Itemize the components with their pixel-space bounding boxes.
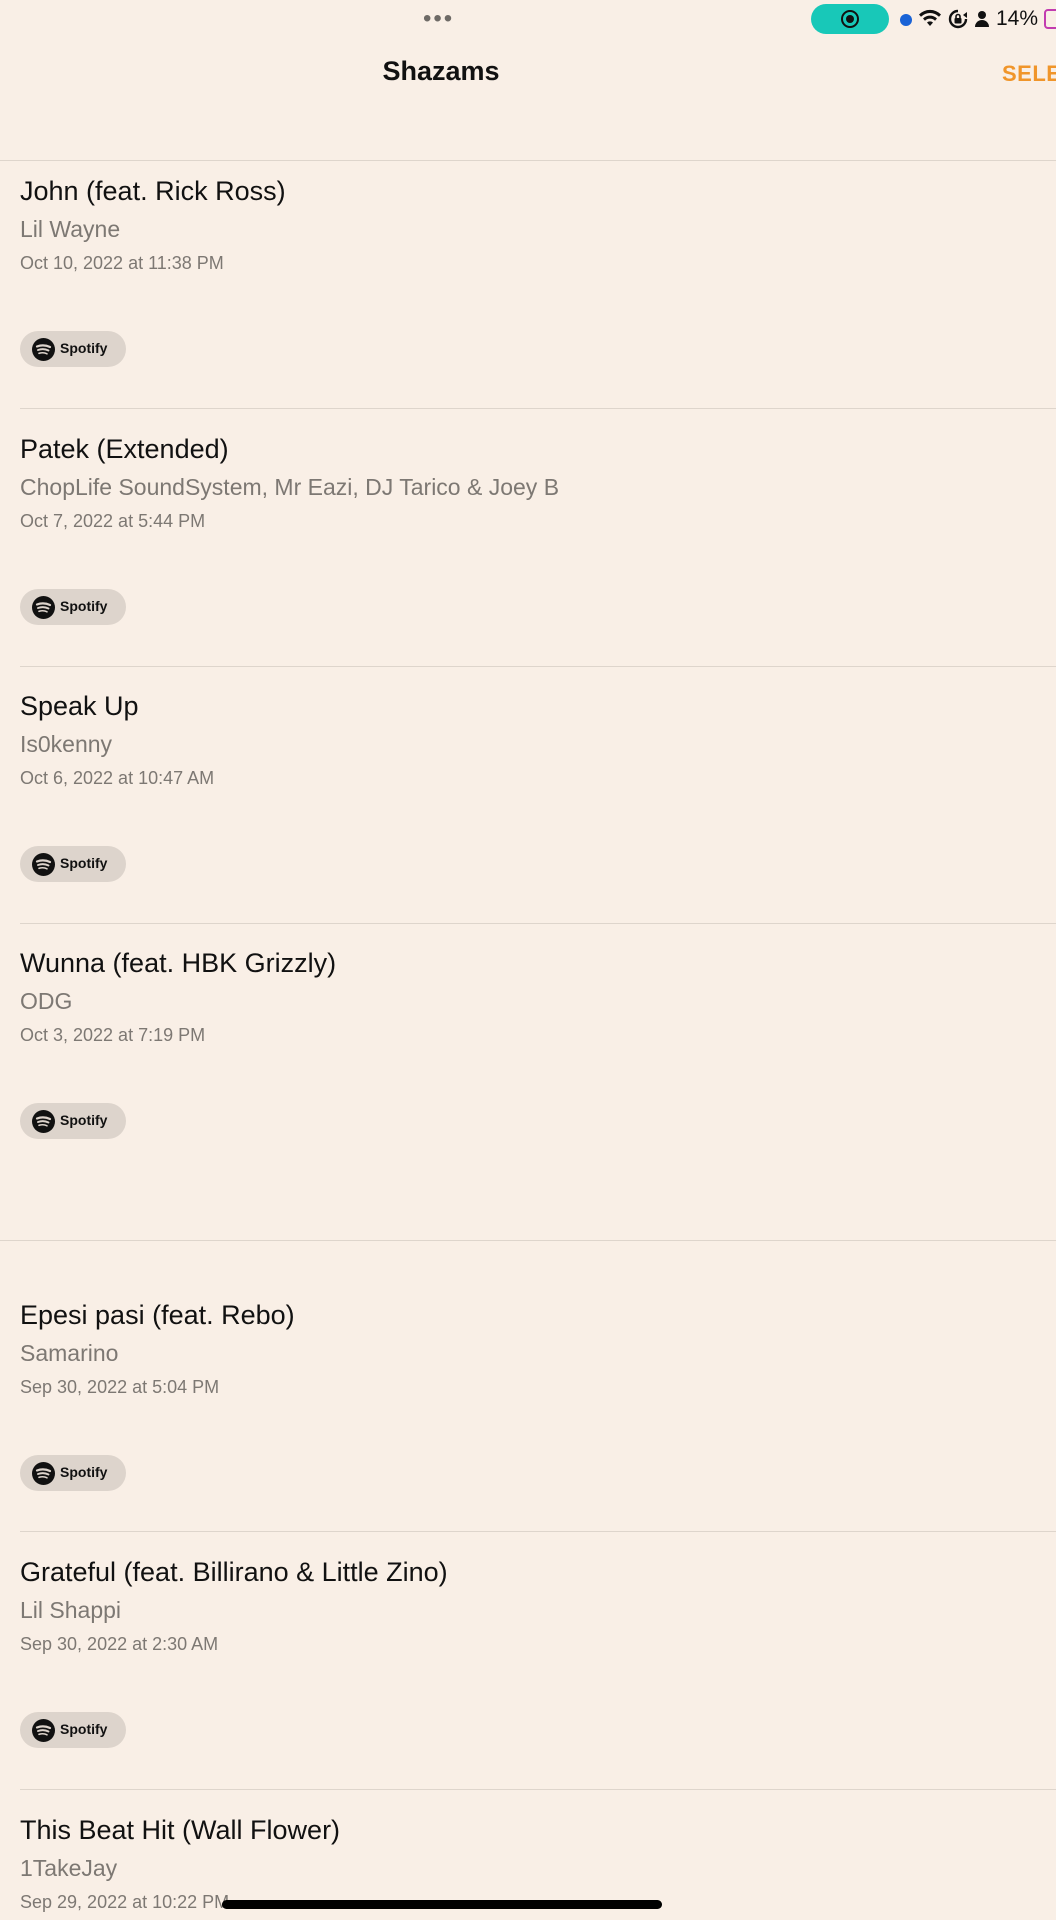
- spotify-label: Spotify: [60, 1721, 108, 1737]
- spotify-button[interactable]: Spotify: [20, 1103, 126, 1139]
- header-divider: [0, 160, 1056, 161]
- spotify-icon: [32, 596, 55, 619]
- list-item[interactable]: Wunna (feat. HBK Grizzly) ODG Oct 3, 202…: [20, 948, 1056, 1148]
- spotify-icon: [32, 338, 55, 361]
- row-divider: [20, 666, 1056, 667]
- song-title: Grateful (feat. Billirano & Little Zino): [20, 1557, 448, 1587]
- song-artist: Is0kenny: [20, 731, 113, 757]
- list-item[interactable]: Epesi pasi (feat. Rebo) Samarino Sep 30,…: [20, 1300, 1056, 1500]
- song-date: Sep 30, 2022 at 5:04 PM: [20, 1377, 220, 1397]
- spotify-icon: [32, 1719, 55, 1742]
- song-title: Wunna (feat. HBK Grizzly): [20, 948, 337, 978]
- spotify-button[interactable]: Spotify: [20, 331, 126, 367]
- screen-record-icon[interactable]: [811, 4, 889, 34]
- spotify-label: Spotify: [60, 855, 108, 871]
- spotify-button[interactable]: Spotify: [20, 589, 126, 625]
- section-divider: [0, 1240, 1056, 1241]
- spotify-label: Spotify: [60, 340, 108, 356]
- spotify-button[interactable]: Spotify: [20, 846, 126, 882]
- spotify-icon: [32, 1110, 55, 1133]
- song-date: Sep 29, 2022 at 10:22 PM: [20, 1892, 230, 1912]
- list-item[interactable]: Speak Up Is0kenny Oct 6, 2022 at 10:47 A…: [20, 691, 1056, 891]
- song-title: This Beat Hit (Wall Flower): [20, 1815, 341, 1845]
- row-divider: [20, 408, 1056, 409]
- row-divider: [20, 923, 1056, 924]
- song-date: Oct 3, 2022 at 7:19 PM: [20, 1025, 206, 1045]
- status-bar: ••• 14%: [0, 0, 1056, 40]
- spotify-button[interactable]: Spotify: [20, 1712, 126, 1748]
- page-title: Shazams: [382, 56, 500, 86]
- row-divider: [20, 1531, 1056, 1532]
- list-item[interactable]: Grateful (feat. Billirano & Little Zino)…: [20, 1557, 1056, 1757]
- song-title: Patek (Extended): [20, 434, 229, 464]
- select-button[interactable]: SELE: [1002, 61, 1056, 87]
- spotify-icon: [32, 1462, 55, 1485]
- song-artist: ODG: [20, 988, 73, 1014]
- blue-dot-icon: [900, 14, 912, 26]
- song-title: Epesi pasi (feat. Rebo): [20, 1300, 295, 1330]
- spotify-label: Spotify: [60, 598, 108, 614]
- song-title: John (feat. Rick Ross): [20, 176, 286, 206]
- more-dots-icon[interactable]: •••: [423, 7, 454, 31]
- battery-percentage: 14%: [996, 7, 1039, 30]
- song-artist: ChopLife SoundSystem, Mr Eazi, DJ Tarico…: [20, 474, 560, 500]
- rotation-lock-icon: [948, 9, 968, 29]
- song-artist: 1TakeJay: [20, 1855, 118, 1881]
- battery-icon: [1044, 9, 1056, 29]
- list-item[interactable]: Patek (Extended) ChopLife SoundSystem, M…: [20, 434, 1056, 634]
- list-item[interactable]: John (feat. Rick Ross) Lil Wayne Oct 10,…: [20, 176, 1056, 376]
- song-artist: Lil Shappi: [20, 1597, 122, 1623]
- spotify-label: Spotify: [60, 1464, 108, 1480]
- song-artist: Samarino: [20, 1340, 119, 1366]
- home-indicator[interactable]: [222, 1900, 662, 1909]
- row-divider: [20, 1789, 1056, 1790]
- wifi-icon: [919, 9, 941, 26]
- song-date: Oct 10, 2022 at 11:38 PM: [20, 253, 224, 273]
- song-artist: Lil Wayne: [20, 216, 121, 242]
- song-date: Sep 30, 2022 at 2:30 AM: [20, 1634, 219, 1654]
- spotify-label: Spotify: [60, 1112, 108, 1128]
- song-title: Speak Up: [20, 691, 139, 721]
- spotify-button[interactable]: Spotify: [20, 1455, 126, 1491]
- song-date: Oct 7, 2022 at 5:44 PM: [20, 511, 206, 531]
- song-date: Oct 6, 2022 at 10:47 AM: [20, 768, 215, 788]
- person-icon: [975, 11, 989, 27]
- spotify-icon: [32, 853, 55, 876]
